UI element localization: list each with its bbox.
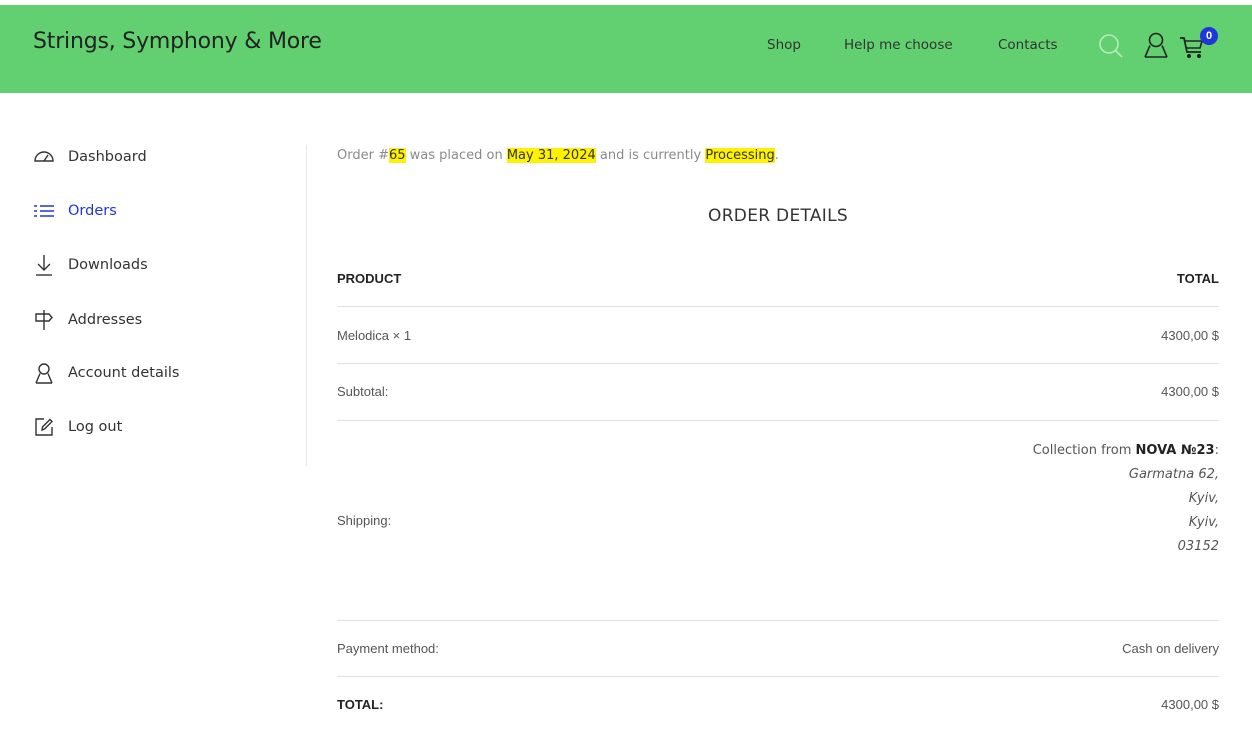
total-value: 4300,00 $ <box>1161 697 1219 712</box>
shipping-label: Shipping: <box>337 513 392 528</box>
order-date: May 31, 2024 <box>506 148 596 163</box>
row-divider <box>337 676 1219 677</box>
column-header-product: PRODUCT <box>337 271 402 286</box>
shipping-place: NOVA №23 <box>1135 443 1215 458</box>
item-name: Melodica × 1 <box>337 328 412 343</box>
user-icon[interactable] <box>1143 31 1169 59</box>
edit-icon <box>33 416 55 438</box>
shipping-prefix: Collection from <box>1032 443 1136 458</box>
order-notice: Order #65 was placed on May 31, 2024 and… <box>337 148 779 163</box>
payment-method-value: Cash on delivery <box>1122 641 1219 656</box>
nav-help-me-choose[interactable]: Help me choose <box>844 37 953 53</box>
shipping-details: Collection from NOVA №23: Garmatna 62, K… <box>1033 439 1219 559</box>
sidebar-item-log-out[interactable]: Log out <box>33 415 122 439</box>
address-line: Kyiv, <box>1188 515 1219 530</box>
column-header-total: TOTAL <box>1176 271 1219 286</box>
nav-contacts[interactable]: Contacts <box>998 37 1058 53</box>
order-number: 65 <box>388 148 406 163</box>
row-divider <box>337 420 1219 421</box>
site-brand[interactable]: Strings, Symphony & More <box>33 29 322 54</box>
sidebar-item-orders[interactable]: Orders <box>33 199 117 223</box>
notice-suffix: . <box>774 148 779 163</box>
notice-text: and is currently <box>595 148 706 163</box>
sidebar-item-label: Addresses <box>68 312 143 328</box>
sidebar-item-label: Orders <box>68 203 117 219</box>
payment-method-label: Payment method: <box>337 641 439 656</box>
order-status: Processing <box>705 148 775 163</box>
sidebar-divider <box>306 145 307 466</box>
sidebar-item-label: Dashboard <box>68 149 147 165</box>
address-line: 03152 <box>1177 539 1219 554</box>
item-total: 4300,00 $ <box>1161 328 1219 343</box>
download-icon <box>33 254 55 276</box>
sidebar-item-dashboard[interactable]: Dashboard <box>33 145 147 169</box>
row-divider <box>337 306 1219 307</box>
list-icon <box>33 200 55 222</box>
sidebar-item-downloads[interactable]: Downloads <box>33 253 148 277</box>
notice-text: was placed on <box>405 148 507 163</box>
cart-count-badge: 0 <box>1200 27 1218 45</box>
sidebar-item-label: Account details <box>68 365 180 381</box>
sidebar-item-addresses[interactable]: Addresses <box>33 308 142 332</box>
user-icon <box>33 362 55 384</box>
search-icon[interactable] <box>1097 32 1125 60</box>
shipping-suffix: : <box>1214 443 1219 458</box>
sidebar-item-label: Log out <box>68 419 123 435</box>
row-divider <box>337 363 1219 364</box>
address-line: Garmatna 62, <box>1128 467 1219 482</box>
sidebar-item-label: Downloads <box>68 257 148 273</box>
dashboard-icon <box>33 146 55 168</box>
notice-prefix: Order # <box>337 148 389 163</box>
row-divider <box>337 620 1219 621</box>
order-details-title: ORDER DETAILS <box>708 206 848 226</box>
nav-shop[interactable]: Shop <box>767 37 801 53</box>
subtotal-label: Subtotal: <box>337 384 389 399</box>
signpost-icon <box>33 309 55 331</box>
subtotal-value: 4300,00 $ <box>1161 384 1219 399</box>
sidebar-item-account-details[interactable]: Account details <box>33 361 179 385</box>
address-line: Kyiv, <box>1188 491 1219 506</box>
shipping-method: Collection from NOVA №23: <box>1033 439 1219 463</box>
total-label: TOTAL: <box>337 697 384 712</box>
